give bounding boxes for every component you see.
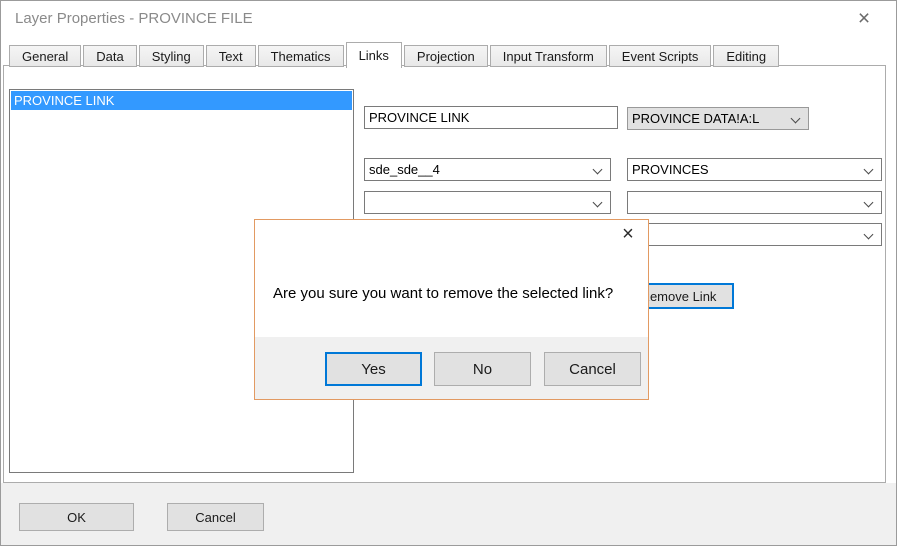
tab-links[interactable]: Links [345,42,402,68]
list-item-province-link[interactable]: PROVINCE LINK [11,91,352,110]
confirm-message: Are you sure you want to remove the sele… [273,285,614,302]
yes-button[interactable]: Yes [325,352,422,386]
link-column-dropdown-1[interactable]: sde_sde__4 [364,158,611,181]
tab-text[interactable]: Text [205,45,256,67]
tab-event-scripts[interactable]: Event Scripts [608,45,712,67]
tab-thematics[interactable]: Thematics [257,45,344,67]
ok-button[interactable]: OK [19,503,134,531]
window-title: Layer Properties - PROVINCE FILE [15,10,253,27]
tab-strip: General Data Styling Text Thematics Link… [9,41,781,68]
chevron-down-icon [790,113,801,124]
close-icon[interactable]: × [616,222,640,246]
chevron-down-icon [863,164,874,175]
target-column-dropdown-1[interactable]: PROVINCES [627,158,882,181]
layer-properties-window: Layer Properties - PROVINCE FILE × Gener… [0,0,897,546]
link-column-dropdown-1-value: sde_sde__4 [369,162,440,177]
chevron-down-icon [592,164,603,175]
dialog-footer [1,483,896,545]
chevron-down-icon [592,197,603,208]
window-close-icon[interactable]: × [850,6,878,32]
target-dropdown-value: PROVINCE DATA!A:L [632,111,760,126]
target-dropdown[interactable]: PROVINCE DATA!A:L [627,107,809,130]
confirm-remove-dialog: × Are you sure you want to remove the se… [254,219,649,400]
tab-data[interactable]: Data [83,45,137,67]
cancel-confirm-button[interactable]: Cancel [544,352,641,386]
tab-projection[interactable]: Projection [403,45,488,67]
no-button[interactable]: No [434,352,531,386]
link-column-dropdown-2[interactable] [364,191,611,214]
chevron-down-icon [863,197,874,208]
tab-styling[interactable]: Styling [138,45,204,67]
tab-general[interactable]: General [9,45,82,67]
tab-input-transform[interactable]: Input Transform [489,45,607,67]
target-column-dropdown-2[interactable] [627,191,882,214]
name-input[interactable] [364,106,618,129]
chevron-down-icon [863,229,874,240]
tab-editing[interactable]: Editing [713,45,780,67]
target-column-dropdown-1-value: PROVINCES [632,162,709,177]
cancel-button[interactable]: Cancel [167,503,264,531]
target-column-dropdown-3[interactable] [627,223,882,246]
